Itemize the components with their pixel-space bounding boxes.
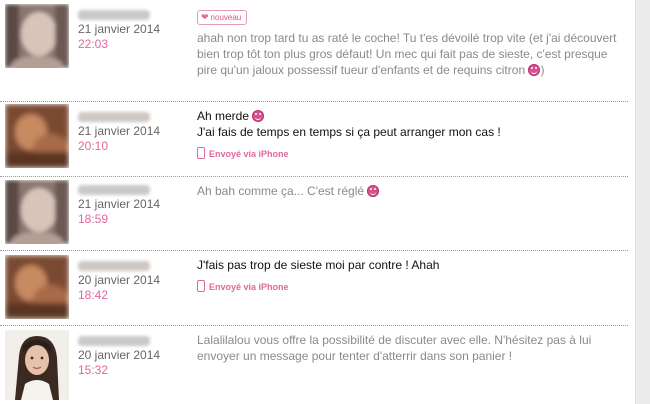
message-text: Lalalilalou vous offre la possibilité de…: [197, 333, 592, 363]
message-date: 20 janvier 2014: [78, 348, 161, 362]
message-body: Ah merde J'ai fais de temps en temps si …: [197, 108, 627, 162]
phone-icon: [197, 147, 205, 159]
sender-name-blurred[interactable]: [78, 185, 150, 195]
message-time: 18:42: [78, 288, 109, 302]
new-badge: ❤ nouveau: [197, 10, 248, 25]
message-text: ahah non trop tard tu as raté le coche! …: [197, 31, 617, 77]
message-date: 21 janvier 2014: [78, 124, 161, 138]
message-item: 21 janvier 2014 18:59 Ah bah comme ça...…: [0, 177, 628, 249]
message-line: Ah merde: [197, 108, 627, 124]
message-text: J'ai fais de temps en temps si ça peut a…: [197, 125, 501, 139]
avatar-blurred-image: [5, 180, 69, 244]
message-text: Ah bah comme ça... C'est réglé: [197, 184, 365, 198]
sent-via-label: Envoyé via iPhone: [197, 279, 627, 295]
message-body: ❤ nouveau ahah non trop tard tu as raté l…: [197, 8, 627, 78]
phone-icon: [197, 280, 205, 292]
message-date: 20 janvier 2014: [78, 273, 161, 287]
avatar-blurred-image: [5, 255, 69, 319]
message-meta: 21 janvier 2014 20:10: [78, 110, 188, 154]
avatar-image: [5, 330, 69, 400]
message-time: 15:32: [78, 363, 109, 377]
avatar[interactable]: [5, 104, 69, 168]
message-item: 20 janvier 2014 18:42 J'fais pas trop de…: [0, 251, 628, 325]
message-body: Lalalilalou vous offre la possibilité de…: [197, 332, 627, 364]
smiley-icon: [252, 110, 265, 122]
sent-via-label: Envoyé via iPhone: [197, 146, 627, 162]
message-date: 21 janvier 2014: [78, 197, 161, 211]
message-meta: 20 janvier 2014 18:42: [78, 259, 188, 303]
message-text: J'fais pas trop de sieste moi par contre…: [197, 258, 440, 272]
avatar-blurred-image: [5, 4, 69, 68]
avatar[interactable]: [5, 255, 69, 319]
sent-via-text: Envoyé via iPhone: [209, 282, 289, 292]
avatar[interactable]: [5, 4, 69, 68]
avatar[interactable]: [5, 330, 69, 400]
message-body: J'fais pas trop de sieste moi par contre…: [197, 257, 627, 295]
sender-name-blurred[interactable]: [78, 112, 150, 122]
sender-name-blurred[interactable]: [78, 261, 150, 271]
message-meta: 21 janvier 2014 18:59: [78, 183, 188, 227]
smiley-icon: [528, 64, 541, 76]
scrollbar-track[interactable]: [635, 0, 650, 404]
avatar[interactable]: [5, 180, 69, 244]
message-time: 22:03: [78, 37, 109, 51]
sender-name-blurred[interactable]: [78, 10, 150, 20]
message-meta: 21 janvier 2014 22:03: [78, 8, 188, 52]
message-meta: 20 janvier 2014 15:32: [78, 334, 188, 378]
avatar-blurred-image: [5, 104, 69, 168]
message-time: 18:59: [78, 212, 109, 226]
sent-via-text: Envoyé via iPhone: [209, 149, 289, 159]
heart-icon: ❤: [201, 12, 209, 22]
message-date: 21 janvier 2014: [78, 22, 161, 36]
sender-name-blurred[interactable]: [78, 336, 150, 346]
new-badge-label: nouveau: [210, 13, 242, 22]
message-time: 20:10: [78, 139, 109, 153]
message-item: 21 janvier 2014 22:03 ❤ nouveau ahah non …: [0, 0, 628, 100]
message-text: Ah merde: [197, 109, 250, 123]
closing-paren: ): [540, 63, 545, 77]
message-body: Ah bah comme ça... C'est réglé: [197, 183, 627, 199]
message-item: 21 janvier 2014 20:10 Ah merde J'ai fais…: [0, 102, 628, 176]
message-item: 20 janvier 2014 15:32 Lalalilalou vous o…: [0, 326, 628, 404]
smiley-icon: [367, 185, 380, 197]
